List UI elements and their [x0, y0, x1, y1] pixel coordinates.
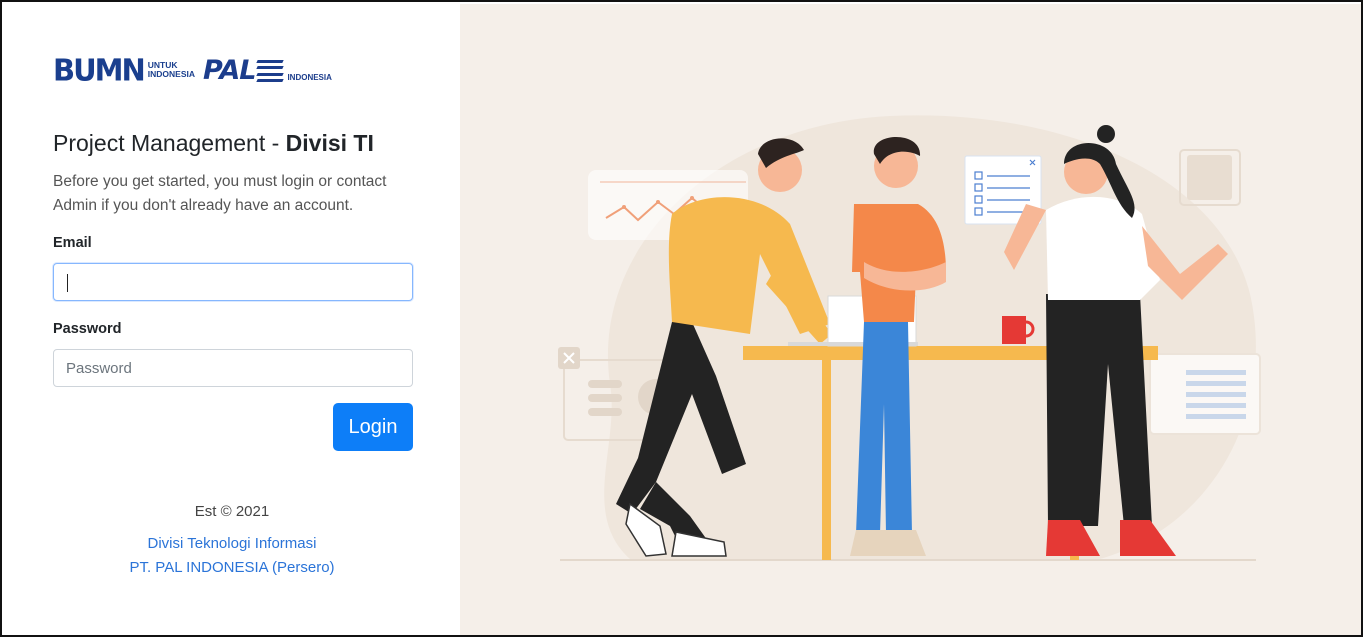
login-panel: BUMN UNTUK INDONESIA PAL INDONESIA Proje… — [4, 4, 460, 635]
brand-logos: BUMN UNTUK INDONESIA PAL INDONESIA — [53, 50, 332, 90]
pal-logo-stripes — [256, 59, 285, 84]
footer-est: Est © 2021 — [194, 503, 270, 520]
login-page: BUMN UNTUK INDONESIA PAL INDONESIA Proje… — [0, 0, 1363, 637]
pal-logo-text: PAL — [203, 54, 256, 86]
pal-tagline: INDONESIA — [287, 72, 332, 82]
text-caret — [67, 274, 68, 292]
password-label: Password — [53, 321, 122, 337]
pal-logo: PAL INDONESIA — [203, 57, 332, 84]
footer-company-link[interactable]: PT. PAL INDONESIA (Persero) — [4, 559, 460, 576]
team-meeting-illustration — [558, 115, 1261, 561]
email-label: Email — [53, 235, 92, 251]
bumn-tagline-line2: INDONESIA — [147, 69, 196, 79]
title-prefix: Project Management - — [53, 130, 286, 156]
bumn-logo-text: BUMN — [53, 51, 146, 88]
footer-division-link[interactable]: Divisi Teknologi Informasi — [4, 535, 460, 552]
login-button[interactable]: Login — [333, 403, 413, 451]
email-field[interactable] — [53, 263, 413, 301]
page-title: Project Management - Divisi TI — [53, 130, 374, 157]
page-subtitle: Before you get started, you must login o… — [53, 173, 387, 214]
illustration-panel — [460, 4, 1361, 635]
bumn-logo: BUMN UNTUK INDONESIA — [53, 51, 196, 88]
password-field[interactable] — [53, 349, 413, 387]
title-bold: Divisi TI — [285, 130, 374, 156]
